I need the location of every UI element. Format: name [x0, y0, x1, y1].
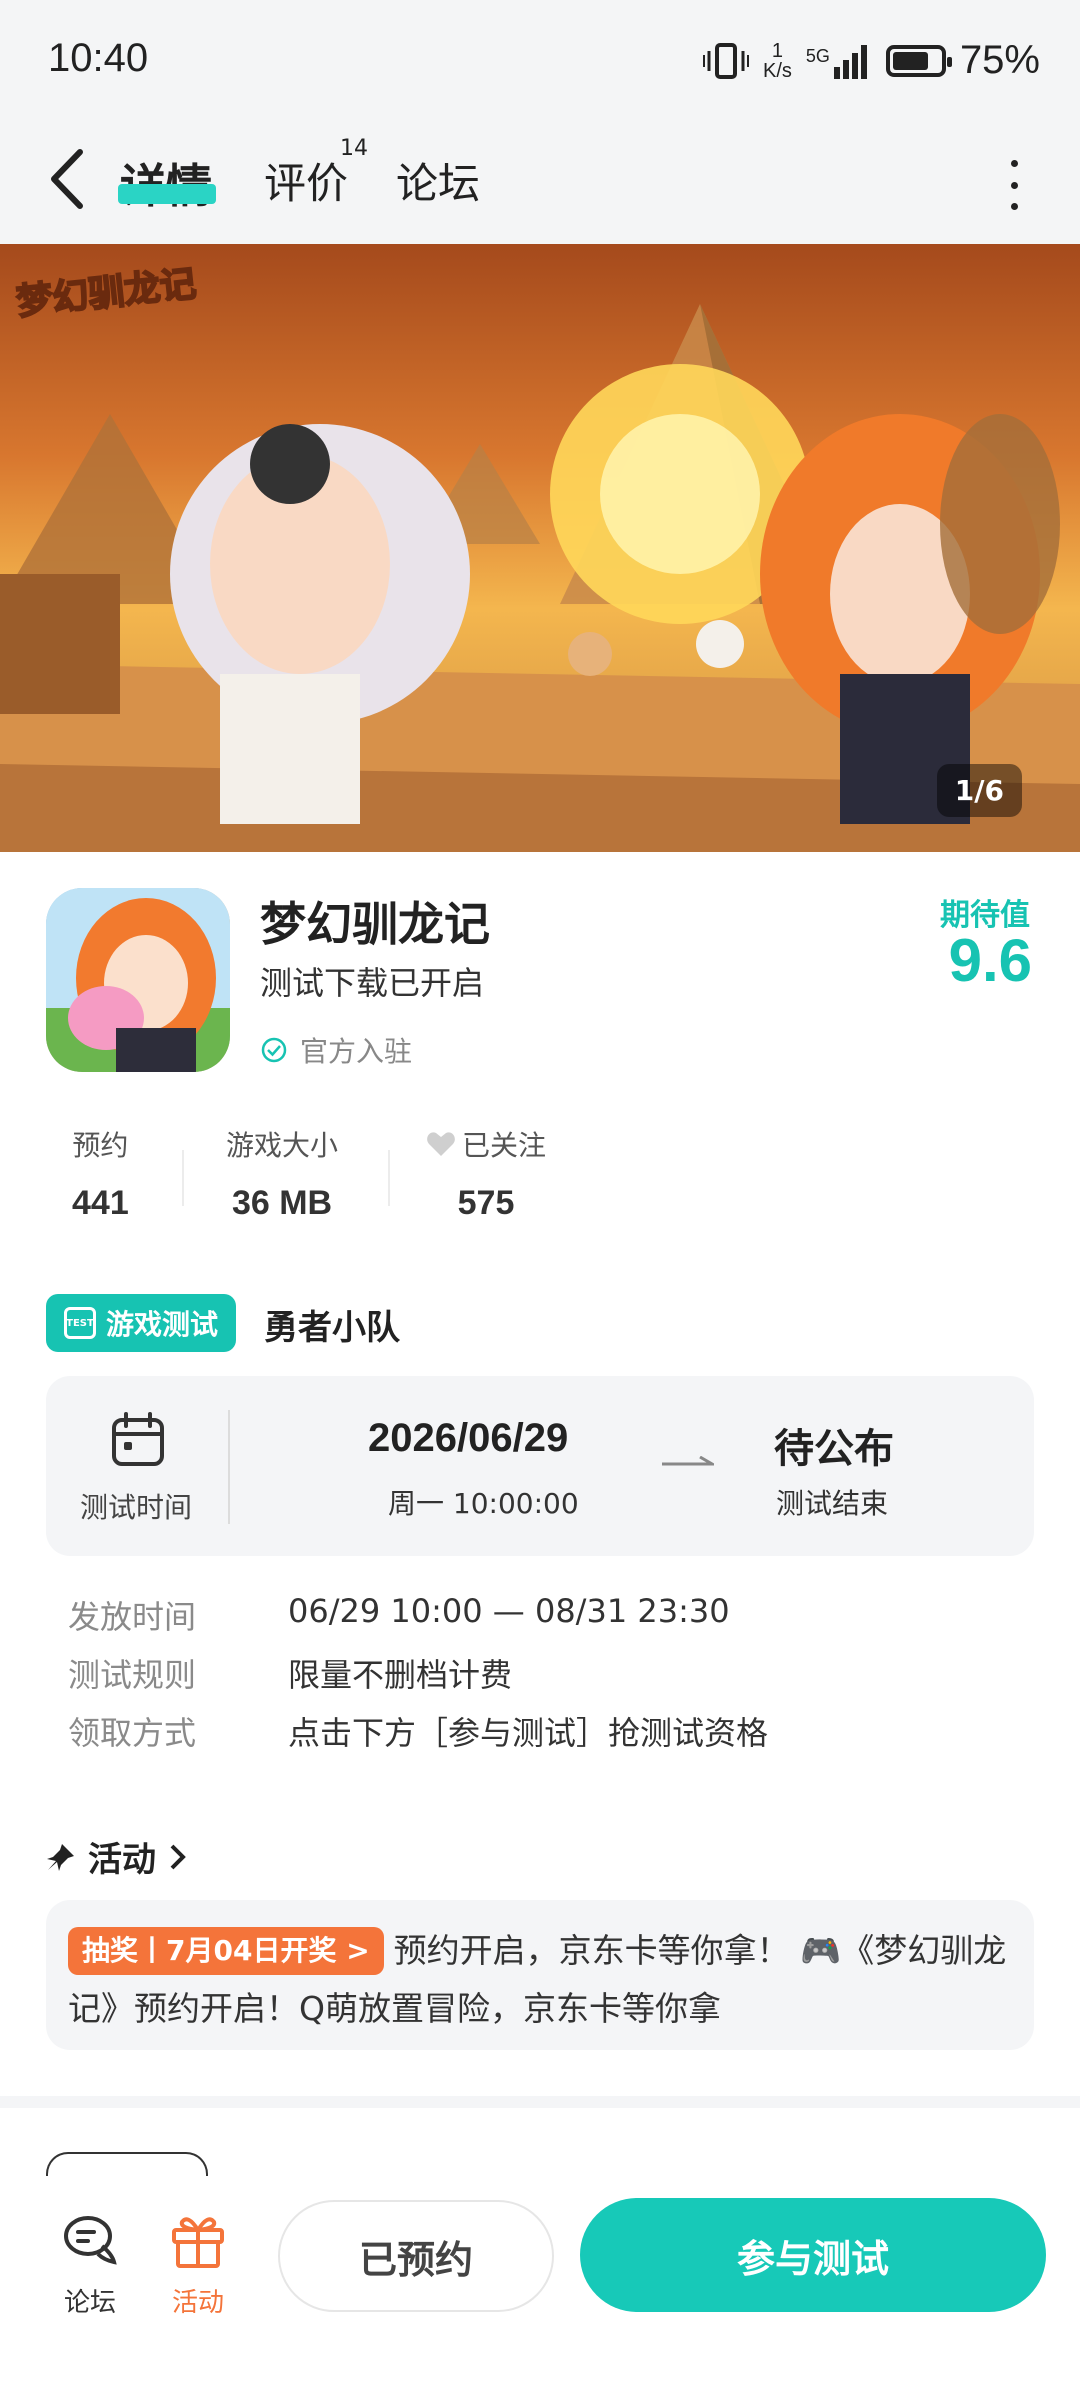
stat-divider — [388, 1150, 390, 1206]
stat-game-size: 游戏大小 36 MB — [226, 1129, 339, 1222]
test-end-label: 测试结束 — [776, 1487, 889, 1520]
signal-icon: 5G — [806, 43, 872, 79]
test-start-time: 周一 10:00:00 — [388, 1487, 579, 1520]
activity-header[interactable]: 活动 — [46, 1832, 188, 1881]
test-icon: TEST — [64, 1307, 96, 1339]
back-arrow-icon[interactable] — [40, 144, 100, 214]
bottom-forum-button[interactable]: 论坛 — [50, 2210, 130, 2319]
section-separator — [0, 2096, 1080, 2108]
chevron-right-icon — [170, 1844, 186, 1869]
check-circle-icon — [261, 1037, 287, 1063]
app-subtitle: 测试下载已开启 — [260, 964, 485, 1002]
battery-icon — [885, 44, 952, 77]
banner-artwork — [0, 304, 1080, 852]
gift-icon — [172, 2217, 224, 2268]
vibrate-icon — [703, 42, 750, 79]
stat-reservations: 预约 441 — [72, 1129, 129, 1222]
test-name: 勇者小队 — [264, 1308, 400, 1348]
stat-followers[interactable]: 已关注 575 — [426, 1124, 546, 1223]
network-speed: 1 K/s — [763, 39, 792, 82]
nav-bar: 详情 评价 论坛 — [0, 120, 1080, 244]
game-banner[interactable]: 梦幻驯龙记 1/6 — [0, 244, 1080, 852]
banner-page-indicator: 1/6 — [936, 764, 1022, 817]
calendar-icon — [112, 1412, 164, 1466]
status-bar: 10:40 1 K/s 5G 75% — [0, 0, 1080, 120]
detail-release-time: 发放时间 06/29 10:00 — 08/31 23:30 — [68, 1592, 730, 1636]
active-tab-indicator — [118, 184, 216, 204]
official-badge: 官方入驻 — [260, 1030, 412, 1070]
forum-icon — [64, 2216, 117, 2265]
bottom-action-bar: 论坛 活动 已预约 参与测试 — [0, 2176, 1080, 2382]
game-test-tag: TEST 游戏测试 — [46, 1294, 237, 1352]
heart-icon — [427, 1132, 455, 1156]
test-time-card: 测试时间 2026/06/29 周一 10:00:00 待公布 测试结束 — [46, 1376, 1034, 1556]
tab-details[interactable]: 详情 — [120, 150, 212, 216]
detail-test-rules: 测试规则 限量不删档计费 — [68, 1656, 513, 1694]
lottery-badge: 抽奖丨7月04日开奖 > — [68, 1927, 384, 1975]
expect-score: 9.6 — [948, 927, 1032, 994]
reserved-button[interactable]: 已预约 — [278, 2200, 554, 2312]
pin-icon — [47, 1843, 74, 1871]
card-divider — [228, 1410, 230, 1524]
status-icons: 1 K/s 5G 75% — [703, 38, 1040, 83]
app-title: 梦幻驯龙记 — [260, 897, 490, 951]
tab-forum[interactable]: 论坛 — [396, 150, 480, 211]
official-label: 官方入驻 — [300, 1035, 413, 1068]
detail-claim-method: 领取方式 点击下方［参与测试］抢测试资格 — [68, 1714, 769, 1752]
app-icon — [46, 888, 230, 1072]
activity-card[interactable]: 抽奖丨7月04日开奖 > 预约开启，京东卡等你拿！ 🎮《梦幻驯龙记》预约开启！Q萌… — [46, 1900, 1034, 2050]
stat-divider — [182, 1150, 184, 1206]
battery-percent: 75% — [959, 38, 1040, 82]
reviews-count-badge: 14 — [340, 136, 368, 161]
join-test-button[interactable]: 参与测试 — [580, 2198, 1046, 2312]
arrow-right-icon — [662, 1456, 714, 1466]
bottom-activity-button[interactable]: 活动 — [158, 2210, 238, 2319]
test-start-date: 2026/06/29 — [368, 1416, 569, 1460]
test-end-status: 待公布 — [774, 1426, 894, 1472]
tab-reviews[interactable]: 评价 — [264, 150, 348, 211]
more-options-icon[interactable] — [1004, 160, 1024, 210]
status-time: 10:40 — [48, 36, 149, 80]
test-time-label: 测试时间 — [80, 1491, 193, 1524]
